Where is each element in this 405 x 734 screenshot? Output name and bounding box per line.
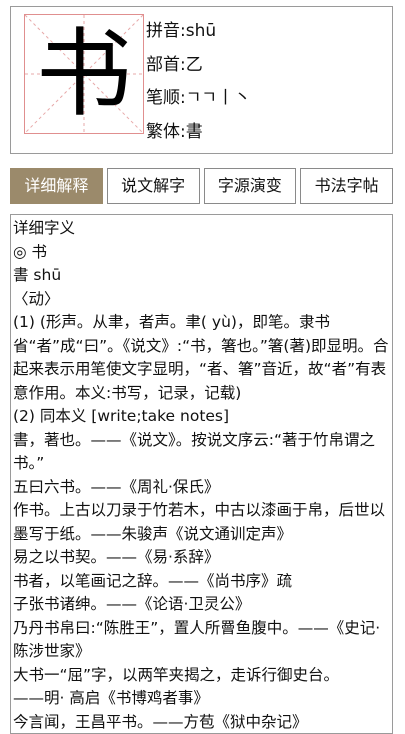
tab-shuowen-jiezi[interactable]: 说文解字 <box>107 168 200 204</box>
tab-character-evolution[interactable]: 字源演变 <box>204 168 297 204</box>
definition-text: 详细字义◎ 书書 shū〈动〉(1) (形声。从聿，者声。聿( yù)，即笔。隶… <box>11 215 392 734</box>
definition-content-panel[interactable]: 详细字义◎ 书書 shū〈动〉(1) (形声。从聿，者声。聿( yù)，即笔。隶… <box>10 214 393 734</box>
definition-line: (2) 同本义 [write;take notes] <box>13 405 390 429</box>
definition-line: 書，著也。——《说文》。按说文序云:“著于竹帛谓之书。” <box>13 429 390 476</box>
definition-line: 今言闻，王昌平书。——方苞《狱中杂记》 <box>13 711 390 734</box>
definition-line: 大书一“屈”字，以两竿夹揭之，走诉行御史台。 <box>13 664 390 688</box>
definition-line: 子张书诸绅。——《论语·卫灵公》 <box>13 593 390 617</box>
pinyin-row: 拼音:shū <box>146 15 386 49</box>
tab-calligraphy[interactable]: 书法字帖 <box>300 168 393 204</box>
definition-line: 乃丹书帛曰:“陈胜王”，置人所罾鱼腹中。——《史记·陈涉世家》 <box>13 617 390 664</box>
definition-line: ◎ 书 <box>13 241 390 265</box>
tab-bar: 详细解释 说文解字 字源演变 书法字帖 <box>10 168 393 204</box>
radical-row: 部首:乙 <box>146 49 386 83</box>
definition-line: (1) (形声。从聿，者声。聿( yù)，即笔。隶书省“者”成“曰”。《说文》:… <box>13 311 390 405</box>
definition-line: 易之以书契。——《易·系辞》 <box>13 546 390 570</box>
definition-line: 详细字义 <box>13 217 390 241</box>
definition-line: 作书。上古以刀录于竹若木，中古以漆画于帛，后世以墨写于纸。——朱骏声《说文通训定… <box>13 499 390 546</box>
definition-line: 书者，以笔画记之辞。——《尚书序》疏 <box>13 570 390 594</box>
stroke-order-row: 笔顺:ㄱㄱ丨丶 <box>146 82 386 116</box>
traditional-row: 繁体:書 <box>146 116 386 150</box>
headword-character: 书 <box>25 15 143 133</box>
definition-line: 〈动〉 <box>13 288 390 312</box>
definition-line: 書 shū <box>13 264 390 288</box>
character-grid-box: 书 <box>24 14 144 134</box>
definition-line: ——明· 高启《书博鸡者事》 <box>13 687 390 711</box>
character-header-card: 书 拼音:shū 部首:乙 笔顺:ㄱㄱ丨丶 繁体:書 <box>10 6 393 154</box>
character-info: 拼音:shū 部首:乙 笔顺:ㄱㄱ丨丶 繁体:書 <box>146 15 386 149</box>
tab-detailed-explanation[interactable]: 详细解释 <box>10 168 103 204</box>
definition-line: 五曰六书。——《周礼·保氏》 <box>13 476 390 500</box>
